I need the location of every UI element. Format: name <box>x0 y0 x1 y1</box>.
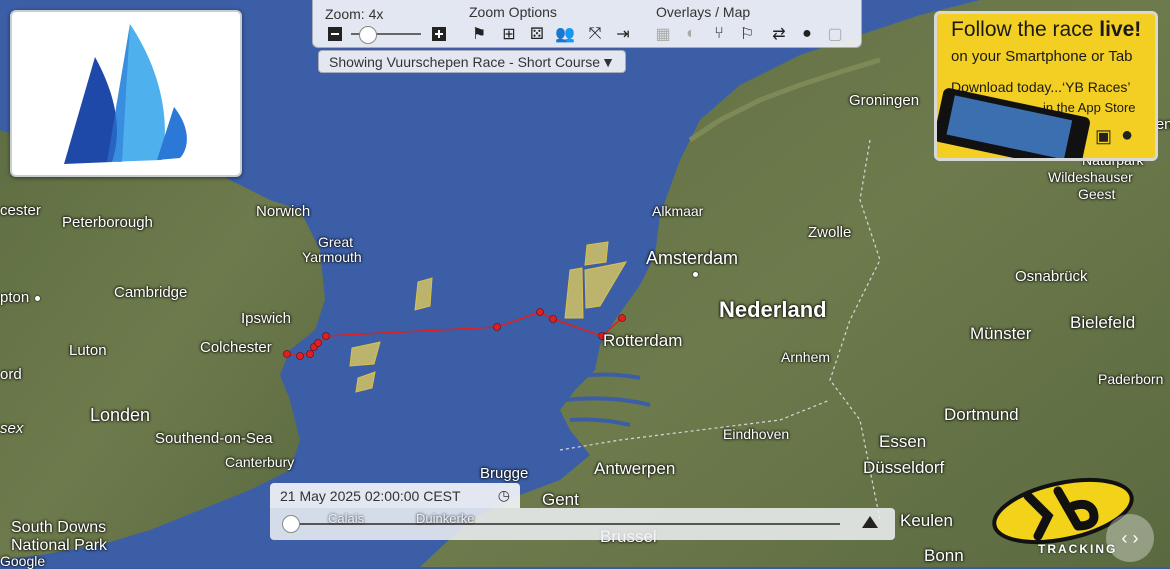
label-geest: Geest <box>1078 186 1116 202</box>
label-essex: sex <box>0 420 24 437</box>
race-logo <box>10 10 242 177</box>
label-norwich: Norwich <box>256 203 311 220</box>
label-dortmund: Dortmund <box>944 405 1019 424</box>
arrows-icon: ‹ › <box>1121 527 1139 548</box>
label-south-downs-1: South Downs <box>11 519 107 536</box>
zoom-slider[interactable] <box>351 26 421 44</box>
promo-line1: Follow the race <box>951 18 1100 41</box>
northampton-dot <box>35 296 40 301</box>
chevron-down-icon: ▼ <box>601 54 615 70</box>
promo-headline: Follow the race live! <box>951 18 1141 42</box>
label-northampton: pton <box>0 289 30 306</box>
sailboat-logo-icon <box>64 24 187 164</box>
label-dusseldorf: Düsseldorf <box>863 458 945 477</box>
label-duinkerke: Duinkerke <box>416 511 475 526</box>
label-ipswich: Ipswich <box>241 310 292 327</box>
label-oxford: ord <box>0 366 22 383</box>
label-amsterdam: Amsterdam <box>646 248 739 268</box>
timeline-datetime-tab: 21 May 2025 02:00:00 CEST ◷ <box>270 483 520 508</box>
dice-icon[interactable]: ⚄ <box>527 24 547 44</box>
android-icon: ▣ <box>1095 126 1113 146</box>
label-calais: Calais <box>328 511 365 526</box>
group-icon[interactable]: 👥 <box>555 24 575 44</box>
zoom-in-icon[interactable] <box>429 24 449 44</box>
label-alkmaar: Alkmaar <box>652 203 704 219</box>
label-colchester: Colchester <box>200 339 272 356</box>
plus-box-icon[interactable]: ⊞ <box>499 24 519 44</box>
label-canterbury: Canterbury <box>225 454 295 470</box>
promo-line2: on your Smartphone or Tab <box>951 48 1133 65</box>
label-keulen: Keulen <box>900 511 953 530</box>
race-selector-label: Showing Vuurschepen Race - Short Course <box>329 54 601 70</box>
map-toolbar: Zoom: 4x Zoom Options ⚑ ⊞ ⚄ 👥 ⤧ ⇥ Overla… <box>312 0 862 48</box>
expand-icon[interactable]: ⤧ <box>585 24 605 44</box>
phone-image <box>937 87 1092 158</box>
zoom-slider-handle[interactable] <box>359 26 377 44</box>
label-munster: Münster <box>970 324 1032 343</box>
label-southend: Southend-on-Sea <box>155 430 273 447</box>
race-selector[interactable]: Showing Vuurschepen Race - Short Course … <box>318 50 626 73</box>
tracking-text: TRACKING <box>1038 542 1118 556</box>
label-bonn: Bonn <box>924 546 964 565</box>
zoom-label: Zoom: 4x <box>325 6 384 22</box>
wind-flag-icon[interactable]: ⚐ <box>737 24 757 44</box>
apple-icon: ● <box>1121 124 1134 146</box>
shuffle-icon[interactable]: ⇄ <box>769 24 789 44</box>
label-luton: Luton <box>69 342 107 359</box>
label-nederland: Nederland <box>719 297 827 322</box>
label-arnhem: Arnhem <box>781 349 831 365</box>
promo-live: live! <box>1099 18 1142 41</box>
zoom-options-label: Zoom Options <box>469 4 557 20</box>
label-cambridge: Cambridge <box>114 284 188 301</box>
amsterdam-dot <box>693 272 698 277</box>
label-osnabruck: Osnabrück <box>1015 268 1088 285</box>
label-leicester: cester <box>0 202 41 219</box>
label-groningen: Groningen <box>849 92 920 109</box>
app-promo-banner[interactable]: Follow the race live! on your Smartphone… <box>934 11 1158 161</box>
label-londen: Londen <box>90 405 151 425</box>
grid-icon[interactable]: ▦ <box>653 24 673 44</box>
label-yarmouth: Yarmouth <box>302 249 362 265</box>
label-antwerpen: Antwerpen <box>594 459 676 478</box>
label-paderborn: Paderborn <box>1098 371 1164 387</box>
timeline-panel: 21 May 2025 02:00:00 CEST ◷ Calais Duink… <box>270 483 895 540</box>
flag-icon[interactable]: ⚑ <box>469 24 489 44</box>
label-rotterdam: Rotterdam <box>603 331 683 350</box>
timeline-datetime: 21 May 2025 02:00:00 CEST <box>280 488 461 504</box>
label-eindhoven: Eindhoven <box>723 426 790 442</box>
contrast-icon[interactable]: ◐ <box>681 24 701 44</box>
square-icon[interactable]: ▢ <box>825 24 845 44</box>
timeline-track[interactable] <box>290 523 840 525</box>
promo-line3: Download today...‘YB Races’ <box>951 79 1131 95</box>
label-wildeshauser: Wildeshauser <box>1048 169 1133 185</box>
overlays-label: Overlays / Map <box>656 4 751 20</box>
label-peterborough: Peterborough <box>62 214 153 231</box>
path-icon[interactable]: ⑂ <box>709 24 729 44</box>
globe-icon[interactable]: ● <box>797 24 817 44</box>
label-essen: Essen <box>879 432 927 451</box>
pan-control[interactable]: ‹ › <box>1106 514 1154 562</box>
play-icon[interactable] <box>862 516 878 528</box>
label-great: Great <box>318 234 354 250</box>
zoom-out-icon[interactable] <box>325 24 345 44</box>
label-zwolle: Zwolle <box>808 224 852 241</box>
label-brugge: Brugge <box>480 465 529 482</box>
clock-icon[interactable]: ◷ <box>498 487 510 504</box>
exit-icon[interactable]: ⇥ <box>613 24 633 44</box>
timeline-handle[interactable] <box>282 515 300 533</box>
label-bielefeld: Bielefeld <box>1070 313 1136 332</box>
